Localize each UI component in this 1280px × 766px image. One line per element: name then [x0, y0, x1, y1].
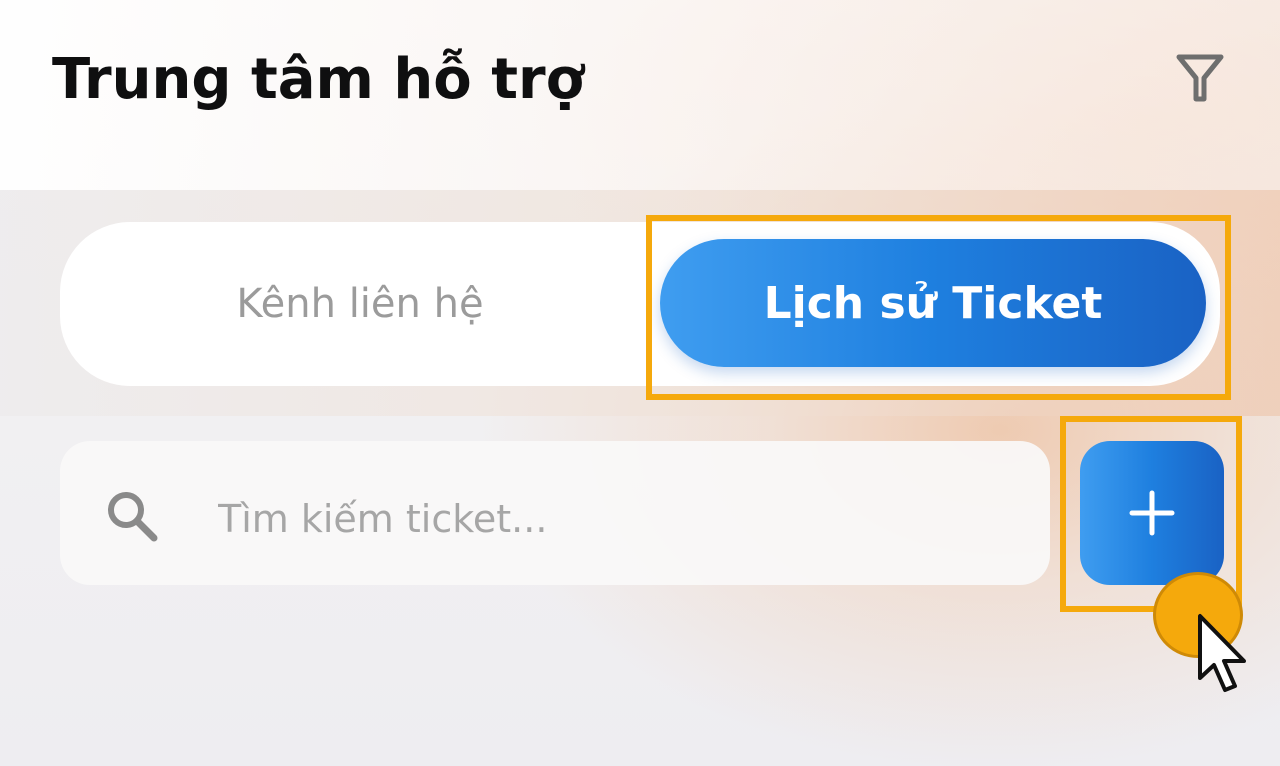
search-input[interactable]: [218, 481, 1018, 557]
app-header: Trung tâm hỗ trợ: [0, 0, 1280, 190]
filter-button[interactable]: [1166, 46, 1234, 110]
tab-ticket-history[interactable]: Lịch sử Ticket: [660, 239, 1206, 367]
search-icon: [108, 492, 158, 542]
page-title: Trung tâm hỗ trợ: [52, 47, 585, 112]
plus-icon: [1129, 490, 1175, 536]
tab-contact-channels[interactable]: Kênh liên hệ: [60, 222, 660, 386]
filter-funnel-icon: [1176, 54, 1224, 102]
mouse-pointer-icon: [1198, 614, 1246, 692]
add-ticket-button[interactable]: [1080, 441, 1224, 585]
